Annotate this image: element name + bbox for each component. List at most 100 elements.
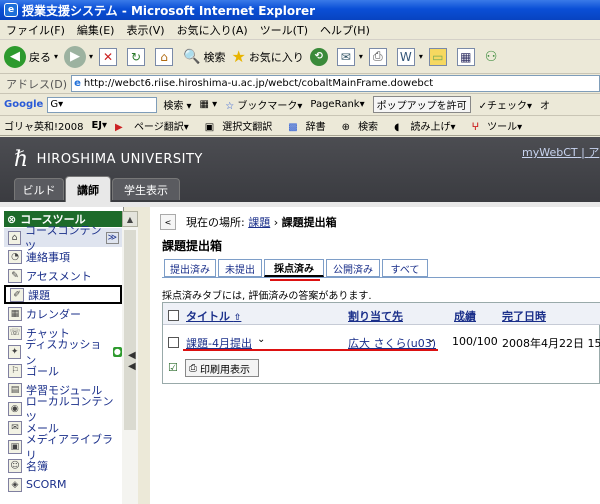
tools-icon: ⵖ — [471, 122, 480, 133]
google-more-label[interactable]: オ — [540, 97, 550, 112]
address-url: http://webct6.riise.hiroshima-u.ac.jp/we… — [83, 78, 434, 89]
google-search-input[interactable]: G▾ — [47, 96, 158, 113]
column-assignee[interactable]: 割り当て先 — [348, 308, 403, 324]
jp-search-button[interactable]: ⊕ 検索 — [342, 118, 386, 133]
menu-file[interactable]: ファイル(F) — [6, 22, 65, 38]
title-menu-icon[interactable]: ⌄ — [257, 334, 265, 345]
goal-icon: ⚐ — [8, 363, 22, 378]
jisho-button[interactable]: ▩ 辞書 — [288, 118, 333, 133]
page-translate-button[interactable]: ▶ ページ翻訳▾ — [115, 118, 197, 133]
google-logo: Google — [4, 99, 44, 110]
jp-tools-button[interactable]: ⵖ ツール▾ — [472, 118, 531, 133]
menu-favorites[interactable]: お気に入り(A) — [177, 22, 248, 38]
refresh-button[interactable]: ↻ — [127, 47, 149, 66]
history-button[interactable]: ⟲ — [309, 47, 331, 66]
google-extras-button[interactable]: ▦ ▾ — [200, 99, 218, 110]
mywebct-link[interactable]: myWebCT | ア — [522, 144, 599, 160]
annotation-underline-row — [183, 349, 438, 351]
menu-tools[interactable]: ツール(T) — [260, 22, 308, 38]
tab-submitted[interactable]: 提出済み — [164, 259, 216, 277]
tab-published[interactable]: 公開済み — [326, 259, 380, 277]
role-tab-build[interactable]: ビルド — [14, 178, 64, 200]
home-button[interactable]: ⌂ — [155, 47, 177, 66]
column-grade[interactable]: 成績 — [454, 308, 476, 324]
tab-all[interactable]: すべて — [382, 259, 428, 277]
role-tab-instructor[interactable]: 講師 — [65, 176, 111, 202]
sidebar-item-announcements[interactable]: ◔ 連絡事項 — [4, 247, 122, 266]
scorm-icon: ◈ — [8, 477, 22, 492]
research-button[interactable]: ▦ — [456, 47, 479, 66]
menu-help[interactable]: ヘルプ(H) — [320, 22, 370, 38]
browser-toolbar: ◀ 戻る ▾ ▶ ▾ ✕ ↻ ⌂ 🔍 検索 ★ お気に入り ⟲ ✉ ▾ ⎙ W ▾ … — [0, 40, 600, 74]
messenger-button[interactable]: ⚇ — [485, 49, 498, 65]
sidebar-item-calendar[interactable]: ▦ カレンダー — [4, 304, 122, 323]
sidebar-item-goals[interactable]: ⚐ ゴール — [4, 361, 122, 380]
sidebar-item-course-content[interactable]: ⌂ コースコンテンツ ≫ — [4, 224, 122, 253]
forward-button[interactable]: ▶ ▾ — [64, 45, 93, 68]
google-search-button[interactable]: 検索 ▾ — [163, 97, 191, 112]
read-aloud-button[interactable]: ◖ 読み上げ▾ — [394, 118, 464, 133]
address-input[interactable]: e http://webct6.riise.hiroshima-u.ac.jp/… — [71, 75, 600, 92]
select-translate-button[interactable]: ▣ 選択文翻訳 — [205, 118, 280, 133]
dictionary-label: ゴリャ英和!2008 — [4, 122, 84, 133]
module-icon: ▤ — [8, 382, 22, 397]
chat-icon: ☏ — [8, 325, 22, 340]
home-icon: ⌂ — [8, 230, 22, 245]
spellcheck-button[interactable]: ✓チェック▾ — [479, 97, 532, 112]
menu-edit[interactable]: 編集(E) — [77, 22, 115, 38]
bookmarks-button[interactable]: ☆ ブックマーク▾ — [225, 97, 302, 112]
sort-icon: ⇧ — [233, 313, 242, 323]
back-arrow-icon: ◀ — [4, 45, 26, 68]
role-tab-student-view[interactable]: 学生表示 — [112, 178, 180, 200]
sidebar-item-assignments[interactable]: ✐ 課題 — [4, 285, 122, 304]
star-icon: ★ — [231, 47, 246, 66]
tab-not-submitted[interactable]: 未提出 — [218, 259, 262, 277]
assignee-menu-icon[interactable]: ⌄ — [427, 334, 435, 345]
sidebar-item-roster[interactable]: ☺ 名簿 — [4, 456, 122, 475]
bookmark-star-icon: ☆ — [225, 101, 235, 112]
print-view-button[interactable]: ⎙ 印刷用表示 — [185, 359, 259, 377]
tab-underline — [162, 277, 600, 278]
ej-button[interactable]: EJ▾ — [91, 120, 107, 131]
search-button[interactable]: 🔍 検索 — [183, 49, 225, 65]
row-checkbox[interactable] — [168, 337, 179, 348]
sidebar-item-scorm[interactable]: ◈ SCORM — [4, 475, 122, 494]
sidebar-item-discussion[interactable]: ✦ ディスカッション ● — [4, 338, 122, 367]
tab-description: 採点済みタブには, 評価済みの答案があります. — [162, 291, 372, 302]
back-button[interactable]: ◀ 戻る ▾ — [4, 45, 58, 68]
sidebar-item-local-content[interactable]: ◉ ローカルコンテンツ — [4, 395, 122, 424]
stop-button[interactable]: ✕ — [99, 47, 121, 66]
favorites-button[interactable]: ★ お気に入り — [231, 47, 303, 66]
select-all-checkbox[interactable] — [168, 310, 179, 321]
sidebar-item-media-library[interactable]: ▣ メディアライブラリ — [4, 433, 122, 462]
tab-graded[interactable]: 採点済み — [264, 259, 324, 277]
print-button[interactable]: ⎙ — [368, 47, 391, 66]
sidebar-item-assessment[interactable]: ✎ アセスメント — [4, 266, 122, 285]
check-icon: ✓ — [478, 101, 487, 112]
pagerank-button[interactable]: PageRank▾ — [310, 99, 364, 110]
roster-icon: ☺ — [8, 458, 22, 473]
popup-allow-button[interactable]: ポップアップを許可 — [372, 96, 471, 113]
breadcrumb-link-assignments[interactable]: 課題 — [248, 214, 270, 230]
university-logo: ℏ HIROSHIMA UNIVERSITY — [14, 147, 203, 172]
folder-button[interactable]: ▭ — [428, 47, 451, 66]
edit-button[interactable]: W ▾ — [396, 47, 423, 66]
messenger-icon: ⚇ — [484, 48, 498, 65]
collapse-sidebar-icon[interactable]: ◀ ◀ — [128, 350, 136, 372]
dictionary-icon: ▩ — [288, 122, 298, 133]
sidebar-scroll-thumb[interactable] — [124, 230, 136, 430]
breadcrumb-prefix: 現在の場所: — [186, 216, 245, 229]
menu-view[interactable]: 表示(V) — [126, 22, 164, 38]
column-title[interactable]: タイトル ⇧ — [186, 308, 241, 324]
scroll-up-icon[interactable]: ▲ — [122, 211, 138, 227]
search-label: 検索 — [203, 50, 226, 64]
chevron-down-icon[interactable]: ≫ — [105, 231, 119, 244]
search-icon: 🔍 — [183, 48, 201, 65]
checkmark-icon: ☑ — [168, 361, 178, 374]
google-toolbar: Google G▾ 検索 ▾ ▦ ▾ ☆ ブックマーク▾ PageRank▾ ポ… — [0, 94, 600, 116]
back-chevron-icon[interactable]: < — [160, 214, 176, 230]
column-completed[interactable]: 完了日時 — [502, 308, 546, 324]
mail-icon: ✉ — [8, 420, 22, 435]
university-name: HIROSHIMA UNIVERSITY — [36, 152, 203, 167]
mail-button[interactable]: ✉ ▾ — [336, 47, 363, 66]
